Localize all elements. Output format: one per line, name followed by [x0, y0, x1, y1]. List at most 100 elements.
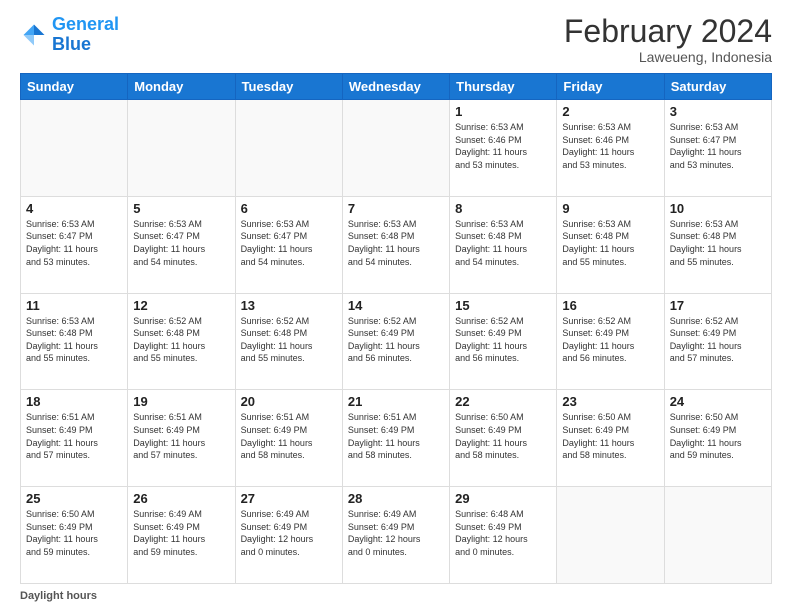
calendar-week-1: 1 Sunrise: 6:53 AM Sunset: 6:46 PM Daylig…	[21, 100, 772, 197]
day-info: Sunrise: 6:51 AM Sunset: 6:49 PM Dayligh…	[241, 411, 337, 461]
calendar-cell: 11 Sunrise: 6:53 AM Sunset: 6:48 PM Dayli…	[21, 293, 128, 390]
calendar-cell: 28 Sunrise: 6:49 AM Sunset: 6:49 PM Dayli…	[342, 487, 449, 584]
day-info: Sunrise: 6:52 AM Sunset: 6:49 PM Dayligh…	[348, 315, 444, 365]
calendar-cell: 4 Sunrise: 6:53 AM Sunset: 6:47 PM Daylig…	[21, 196, 128, 293]
day-number: 12	[133, 298, 229, 313]
calendar-cell: 12 Sunrise: 6:52 AM Sunset: 6:48 PM Dayli…	[128, 293, 235, 390]
col-monday: Monday	[128, 74, 235, 100]
calendar-cell: 10Sunrise: 6:53 AM Sunset: 6:48 PM Dayli…	[664, 196, 771, 293]
day-info: Sunrise: 6:53 AM Sunset: 6:48 PM Dayligh…	[348, 218, 444, 268]
day-number: 18	[26, 394, 122, 409]
day-number: 24	[670, 394, 766, 409]
calendar-cell	[664, 487, 771, 584]
day-number: 29	[455, 491, 551, 506]
calendar-cell: 17 Sunrise: 6:52 AM Sunset: 6:49 PM Dayli…	[664, 293, 771, 390]
day-info: Sunrise: 6:51 AM Sunset: 6:49 PM Dayligh…	[348, 411, 444, 461]
day-info: Sunrise: 6:49 AM Sunset: 6:49 PM Dayligh…	[133, 508, 229, 558]
day-number: 4	[26, 201, 122, 216]
day-number: 6	[241, 201, 337, 216]
title-area: February 2024 Laweueng, Indonesia	[564, 15, 772, 65]
day-number: 3	[670, 104, 766, 119]
calendar-week-2: 4 Sunrise: 6:53 AM Sunset: 6:47 PM Daylig…	[21, 196, 772, 293]
day-info: Sunrise: 6:48 AM Sunset: 6:49 PM Dayligh…	[455, 508, 551, 558]
day-number: 21	[348, 394, 444, 409]
day-info: Sunrise: 6:53 AM Sunset: 6:46 PM Dayligh…	[455, 121, 551, 171]
day-number: 15	[455, 298, 551, 313]
calendar-table: Sunday Monday Tuesday Wednesday Thursday…	[20, 73, 772, 584]
day-number: 1	[455, 104, 551, 119]
calendar-cell	[128, 100, 235, 197]
calendar-cell: 21 Sunrise: 6:51 AM Sunset: 6:49 PM Dayli…	[342, 390, 449, 487]
day-number: 27	[241, 491, 337, 506]
day-info: Sunrise: 6:49 AM Sunset: 6:49 PM Dayligh…	[348, 508, 444, 558]
day-info: Sunrise: 6:50 AM Sunset: 6:49 PM Dayligh…	[670, 411, 766, 461]
day-number: 19	[133, 394, 229, 409]
calendar-cell	[557, 487, 664, 584]
day-number: 13	[241, 298, 337, 313]
calendar-cell: 6 Sunrise: 6:53 AM Sunset: 6:47 PM Daylig…	[235, 196, 342, 293]
day-number: 9	[562, 201, 658, 216]
calendar-cell: 5Sunrise: 6:53 AM Sunset: 6:47 PM Daylig…	[128, 196, 235, 293]
calendar-cell: 20 Sunrise: 6:51 AM Sunset: 6:49 PM Dayli…	[235, 390, 342, 487]
day-number: 2	[562, 104, 658, 119]
col-friday: Friday	[557, 74, 664, 100]
day-info: Sunrise: 6:52 AM Sunset: 6:48 PM Dayligh…	[133, 315, 229, 365]
calendar-cell: 16Sunrise: 6:52 AM Sunset: 6:49 PM Dayli…	[557, 293, 664, 390]
day-info: Sunrise: 6:51 AM Sunset: 6:49 PM Dayligh…	[133, 411, 229, 461]
day-number: 5	[133, 201, 229, 216]
day-number: 22	[455, 394, 551, 409]
calendar-cell: 24 Sunrise: 6:50 AM Sunset: 6:49 PM Dayli…	[664, 390, 771, 487]
calendar-cell: 23Sunrise: 6:50 AM Sunset: 6:49 PM Dayli…	[557, 390, 664, 487]
day-number: 7	[348, 201, 444, 216]
day-info: Sunrise: 6:53 AM Sunset: 6:48 PM Dayligh…	[562, 218, 658, 268]
calendar-cell: 29 Sunrise: 6:48 AM Sunset: 6:49 PM Dayli…	[450, 487, 557, 584]
day-info: Sunrise: 6:50 AM Sunset: 6:49 PM Dayligh…	[562, 411, 658, 461]
calendar-week-5: 25Sunrise: 6:50 AM Sunset: 6:49 PM Dayli…	[21, 487, 772, 584]
calendar-cell: 15Sunrise: 6:52 AM Sunset: 6:49 PM Dayli…	[450, 293, 557, 390]
day-number: 8	[455, 201, 551, 216]
day-number: 11	[26, 298, 122, 313]
day-number: 28	[348, 491, 444, 506]
calendar-week-4: 18 Sunrise: 6:51 AM Sunset: 6:49 PM Dayli…	[21, 390, 772, 487]
calendar-header-row: Sunday Monday Tuesday Wednesday Thursday…	[21, 74, 772, 100]
calendar-cell: 7 Sunrise: 6:53 AM Sunset: 6:48 PM Daylig…	[342, 196, 449, 293]
logo-icon	[20, 21, 48, 49]
calendar-cell: 1 Sunrise: 6:53 AM Sunset: 6:46 PM Daylig…	[450, 100, 557, 197]
subtitle: Laweueng, Indonesia	[564, 49, 772, 65]
day-number: 26	[133, 491, 229, 506]
calendar-cell: 25Sunrise: 6:50 AM Sunset: 6:49 PM Dayli…	[21, 487, 128, 584]
day-info: Sunrise: 6:52 AM Sunset: 6:49 PM Dayligh…	[670, 315, 766, 365]
day-info: Sunrise: 6:52 AM Sunset: 6:48 PM Dayligh…	[241, 315, 337, 365]
day-info: Sunrise: 6:50 AM Sunset: 6:49 PM Dayligh…	[26, 508, 122, 558]
calendar-cell: 8 Sunrise: 6:53 AM Sunset: 6:48 PM Daylig…	[450, 196, 557, 293]
legend: Daylight hours	[20, 590, 772, 602]
calendar-cell: 18 Sunrise: 6:51 AM Sunset: 6:49 PM Dayli…	[21, 390, 128, 487]
col-sunday: Sunday	[21, 74, 128, 100]
logo-text: General Blue	[52, 15, 119, 55]
day-info: Sunrise: 6:53 AM Sunset: 6:48 PM Dayligh…	[455, 218, 551, 268]
day-info: Sunrise: 6:53 AM Sunset: 6:48 PM Dayligh…	[670, 218, 766, 268]
day-info: Sunrise: 6:50 AM Sunset: 6:49 PM Dayligh…	[455, 411, 551, 461]
calendar-cell: 14Sunrise: 6:52 AM Sunset: 6:49 PM Dayli…	[342, 293, 449, 390]
day-info: Sunrise: 6:53 AM Sunset: 6:48 PM Dayligh…	[26, 315, 122, 365]
calendar-cell: 19 Sunrise: 6:51 AM Sunset: 6:49 PM Dayli…	[128, 390, 235, 487]
page: General Blue February 2024 Laweueng, Ind…	[0, 0, 792, 612]
day-info: Sunrise: 6:51 AM Sunset: 6:49 PM Dayligh…	[26, 411, 122, 461]
day-info: Sunrise: 6:53 AM Sunset: 6:47 PM Dayligh…	[241, 218, 337, 268]
day-info: Sunrise: 6:53 AM Sunset: 6:47 PM Dayligh…	[670, 121, 766, 171]
day-number: 17	[670, 298, 766, 313]
col-thursday: Thursday	[450, 74, 557, 100]
calendar-cell	[21, 100, 128, 197]
calendar-cell: 22 Sunrise: 6:50 AM Sunset: 6:49 PM Dayli…	[450, 390, 557, 487]
day-info: Sunrise: 6:49 AM Sunset: 6:49 PM Dayligh…	[241, 508, 337, 558]
col-tuesday: Tuesday	[235, 74, 342, 100]
day-info: Sunrise: 6:53 AM Sunset: 6:46 PM Dayligh…	[562, 121, 658, 171]
day-number: 20	[241, 394, 337, 409]
calendar-cell: 13 Sunrise: 6:52 AM Sunset: 6:48 PM Dayli…	[235, 293, 342, 390]
calendar-cell: 9 Sunrise: 6:53 AM Sunset: 6:48 PM Daylig…	[557, 196, 664, 293]
calendar-cell: 3 Sunrise: 6:53 AM Sunset: 6:47 PM Daylig…	[664, 100, 771, 197]
calendar-cell: 2 Sunrise: 6:53 AM Sunset: 6:46 PM Daylig…	[557, 100, 664, 197]
main-title: February 2024	[564, 15, 772, 47]
calendar-cell: 27 Sunrise: 6:49 AM Sunset: 6:49 PM Dayli…	[235, 487, 342, 584]
day-info: Sunrise: 6:53 AM Sunset: 6:47 PM Dayligh…	[26, 218, 122, 268]
